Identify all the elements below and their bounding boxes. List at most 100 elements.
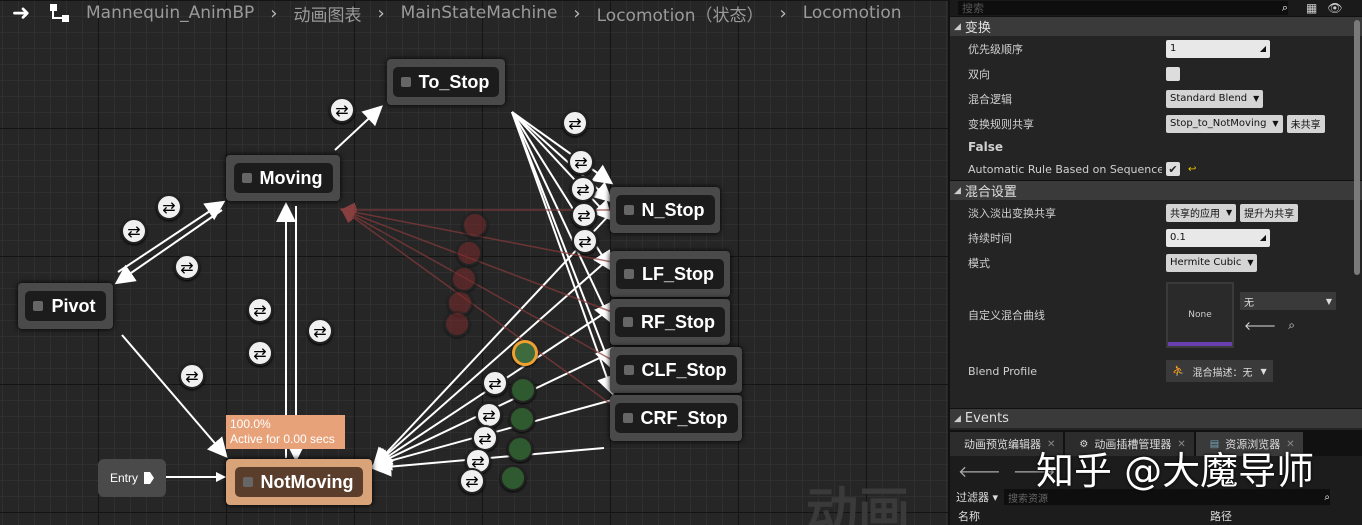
search-icon: ⌕ <box>1281 1 1288 14</box>
state-node-label: Moving <box>259 167 323 188</box>
watermark-text: 知乎 @大魔导师 <box>1036 449 1315 493</box>
column-header-name[interactable]: 名称 <box>958 508 1210 524</box>
transition-rule-icon[interactable] <box>500 465 526 491</box>
eye-icon[interactable]: 👁 <box>1327 1 1342 15</box>
transition-rule-icon[interactable] <box>444 311 470 337</box>
section-transition[interactable]: ◢ 变换 <box>950 16 1362 36</box>
transition-rule-icon[interactable]: ⇄ <box>156 194 182 220</box>
filter-label: 过滤器 <box>956 491 989 504</box>
blend-logic-dropdown[interactable]: Standard Blend ▼ <box>1166 89 1264 108</box>
details-panel: 搜索 ⌕ ▦ 👁 ◢ 变换 优先级顺序 1 ◢ 双向 混合逻辑 Standard … <box>948 0 1362 430</box>
reset-to-default-icon[interactable]: ↩ <box>1188 164 1196 175</box>
state-icon <box>623 205 634 215</box>
transition-rule-icon[interactable] <box>509 406 535 432</box>
blend-profile-dropdown[interactable]: ⛹ 混合描述：无 ▼ <box>1166 360 1273 382</box>
state-node-pivot[interactable]: Pivot <box>18 283 113 329</box>
curve-thumbnail[interactable]: None <box>1166 282 1234 348</box>
breadcrumb-item-locomotion[interactable]: Locomotion <box>795 3 910 23</box>
breadcrumb: ➜ Mannequin_AnimBP › 动画图表 › MainStateMac… <box>0 0 948 26</box>
breadcrumb-item-anim-bp[interactable]: Mannequin_AnimBP <box>78 3 262 23</box>
rule-share-dropdown[interactable]: Stop_to_NotMoving ▼ <box>1166 114 1283 133</box>
state-node-n-stop[interactable]: N_Stop <box>610 187 720 233</box>
state-node-to-stop[interactable]: To_Stop <box>387 59 505 105</box>
transition-rule-icon[interactable]: ⇄ <box>482 370 508 396</box>
custom-curve-label: 自定义混合曲线 <box>968 309 1045 322</box>
state-node-label: RF_Stop <box>641 311 715 332</box>
breadcrumb-item-locomotion-state[interactable]: Locomotion（状态） <box>589 1 772 26</box>
hierarchy-icon[interactable] <box>42 3 78 23</box>
entry-node[interactable]: Entry <box>98 459 166 497</box>
state-icon <box>241 173 252 183</box>
promote-to-shared-button[interactable]: 提升为共享 <box>1240 203 1299 222</box>
spin-icon: ◢ <box>1259 233 1266 242</box>
transition-rule-icon[interactable]: ⇄ <box>247 297 273 323</box>
blend-logic-label: 混合逻辑 <box>968 92 1012 106</box>
bidirectional-checkbox[interactable] <box>1166 66 1180 81</box>
state-node-label: LF_Stop <box>642 263 714 284</box>
transition-rule-icon[interactable]: ⇄ <box>562 110 588 136</box>
collapse-arrow-icon: ◢ <box>954 185 961 196</box>
active-time-text: Active for 0.00 secs <box>230 432 335 446</box>
transition-rule-icon[interactable]: ⇄ <box>571 202 597 228</box>
section-title: Events <box>964 411 1009 426</box>
state-node-rf-stop[interactable]: RF_Stop <box>610 299 730 345</box>
tab-label: 动画预览编辑器 <box>964 438 1041 451</box>
forward-arrow-icon[interactable]: ➜ <box>0 0 42 26</box>
blend-profile-label: Blend Profile <box>968 364 1038 378</box>
section-blend-settings[interactable]: ◢ 混合设置 <box>950 180 1362 200</box>
transition-rule-icon[interactable]: ⇄ <box>174 254 200 280</box>
use-selected-arrow-icon[interactable]: 🡐 <box>1244 318 1276 333</box>
grid-view-icon[interactable]: ▦ <box>1306 1 1317 15</box>
transition-rule-icon[interactable] <box>512 340 538 366</box>
state-node-label: NotMoving <box>260 471 354 492</box>
curve-asset-value: 无 <box>1244 297 1254 309</box>
state-node-clf-stop[interactable]: CLF_Stop <box>610 347 742 393</box>
details-scrollbar[interactable] <box>1354 20 1360 275</box>
transition-rule-icon[interactable]: ⇄ <box>570 176 596 202</box>
transition-rule-icon[interactable] <box>510 377 536 403</box>
state-node-crf-stop[interactable]: CRF_Stop <box>610 395 742 441</box>
transition-rule-icon[interactable]: ⇄ <box>459 468 485 494</box>
transition-rule-icon[interactable]: ⇄ <box>568 149 594 175</box>
transition-rule-icon[interactable] <box>462 212 488 238</box>
breadcrumb-item-anim-graph[interactable]: 动画图表 <box>285 1 369 26</box>
entry-wire <box>166 472 226 482</box>
filter-button[interactable]: 过滤器 ▾ <box>956 489 998 505</box>
crossfade-share-value: 共享的应用 <box>1170 209 1220 220</box>
state-icon <box>624 269 634 279</box>
transition-rule-icon[interactable] <box>451 266 477 292</box>
crossfade-share-dropdown[interactable]: 共享的应用 ▼ <box>1166 203 1237 222</box>
curve-asset-dropdown[interactable]: 无 ▼ <box>1240 292 1336 310</box>
back-arrow-icon[interactable]: 🡐 <box>958 461 1001 481</box>
section-events[interactable]: ◢ Events <box>950 408 1362 428</box>
entry-label: Entry <box>109 471 138 485</box>
transition-rule-icon[interactable] <box>507 436 533 462</box>
transition-rule-icon[interactable]: ⇄ <box>476 402 502 428</box>
transition-rule-icon[interactable] <box>456 240 482 266</box>
duration-input[interactable]: 0.1 ◢ <box>1166 228 1270 247</box>
priority-input[interactable]: 1 ◢ <box>1166 39 1270 58</box>
blend-logic-value: Standard Blend <box>1170 93 1248 104</box>
mode-label: 模式 <box>968 256 990 270</box>
priority-value: 1 <box>1170 43 1177 54</box>
transition-rule-icon[interactable]: ⇄ <box>329 97 355 123</box>
transition-rule-icon[interactable]: ⇄ <box>307 318 333 344</box>
state-node-lf-stop[interactable]: LF_Stop <box>610 251 730 297</box>
auto-rule-checkbox[interactable]: ✔ <box>1166 162 1180 176</box>
transition-rule-icon[interactable]: ⇄ <box>572 228 598 254</box>
state-node-not-moving[interactable]: NotMoving <box>226 459 372 505</box>
transition-rule-icon[interactable]: ⇄ <box>121 218 147 244</box>
details-search-input[interactable]: 搜索 ⌕ <box>958 1 1288 15</box>
unshare-button[interactable]: 未共享 <box>1286 114 1325 133</box>
state-node-moving[interactable]: Moving <box>226 155 340 201</box>
mode-dropdown[interactable]: Hermite Cubic ▼ <box>1166 253 1258 272</box>
state-icon <box>623 365 634 375</box>
browse-search-icon[interactable]: ⌕ <box>1288 318 1295 333</box>
curve-asset-bar <box>1168 342 1232 346</box>
transition-rule-icon[interactable]: ⇄ <box>179 363 205 389</box>
column-header-path[interactable]: 路径 <box>1210 508 1232 524</box>
auto-rule-label: Automatic Rule Based on Sequence Pla <box>968 162 1162 176</box>
state-machine-graph[interactable]: ➜ Mannequin_AnimBP › 动画图表 › MainStateMac… <box>0 0 948 525</box>
transition-rule-icon[interactable]: ⇄ <box>247 340 273 366</box>
breadcrumb-item-state-machine[interactable]: MainStateMachine <box>393 3 566 23</box>
